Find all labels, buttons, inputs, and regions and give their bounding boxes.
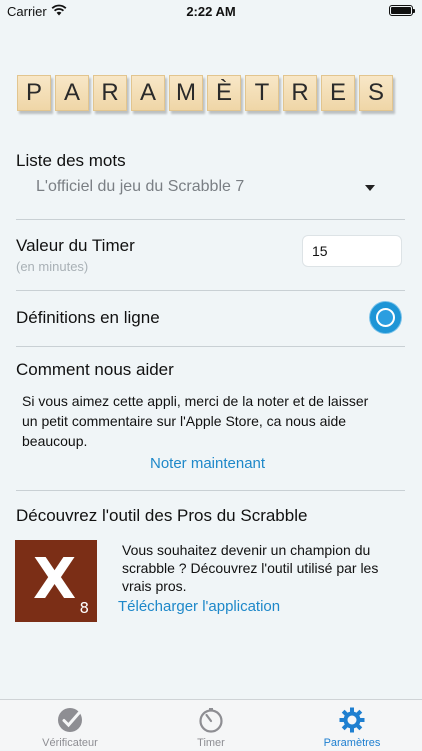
- divider: [16, 346, 405, 347]
- timer-input[interactable]: 15: [302, 235, 402, 267]
- title-tile: M: [169, 75, 203, 111]
- title-tile: R: [93, 75, 127, 111]
- divider: [16, 290, 405, 291]
- tab-verificateur[interactable]: Vérificateur: [0, 700, 140, 751]
- tab-label: Timer: [197, 737, 225, 749]
- promo-text: Vous souhaitez devenir un champion du sc…: [122, 542, 379, 594]
- tab-label: Paramètres: [323, 737, 381, 749]
- stopwatch-icon: [199, 708, 223, 733]
- gear-icon: [339, 707, 365, 733]
- tab-timer[interactable]: Timer: [141, 700, 281, 751]
- title-tile: S: [359, 75, 393, 111]
- promo-title: Découvrez l'outil des Pros du Scrabble: [16, 506, 308, 525]
- title-tile: E: [321, 75, 355, 111]
- checkmark-circle-icon: [58, 708, 82, 732]
- tab-parametres[interactable]: Paramètres: [282, 700, 422, 751]
- scrabble-tool-logo[interactable]: X 8: [15, 540, 97, 622]
- status-bar: Carrier 2:22 AM: [0, 0, 422, 22]
- tab-bar: Vérificateur Timer Paramètres: [0, 699, 422, 750]
- download-app-link[interactable]: Télécharger l'application: [118, 598, 280, 615]
- title-tile: R: [283, 75, 317, 111]
- title-tiles: PARAMÈTRES: [17, 75, 393, 111]
- definitions-label: Définitions en ligne: [16, 308, 160, 327]
- divider: [16, 219, 405, 220]
- title-tile: A: [55, 75, 89, 111]
- definitions-toggle[interactable]: [370, 302, 401, 333]
- logo-letter: X: [33, 547, 77, 612]
- timer-label: Valeur du Timer: [16, 236, 135, 255]
- rate-now-link[interactable]: Noter maintenant: [150, 455, 265, 472]
- word-list-label: Liste des mots: [16, 151, 126, 170]
- divider: [16, 490, 405, 491]
- help-text: Si vous aimez cette appli, merci de la n…: [22, 393, 369, 449]
- title-tile: P: [17, 75, 51, 111]
- title-tile: È: [207, 75, 241, 111]
- tab-label: Vérificateur: [42, 737, 98, 749]
- timer-sublabel: (en minutes): [16, 259, 89, 274]
- battery-icon: [389, 5, 415, 16]
- word-list-select[interactable]: L'officiel du jeu du Scrabble 7: [36, 178, 244, 196]
- title-tile: T: [245, 75, 279, 111]
- logo-points: 8: [79, 599, 89, 617]
- title-tile: A: [131, 75, 165, 111]
- chevron-down-icon[interactable]: [365, 185, 375, 191]
- help-title: Comment nous aider: [16, 360, 174, 379]
- status-time: 2:22 AM: [186, 4, 236, 19]
